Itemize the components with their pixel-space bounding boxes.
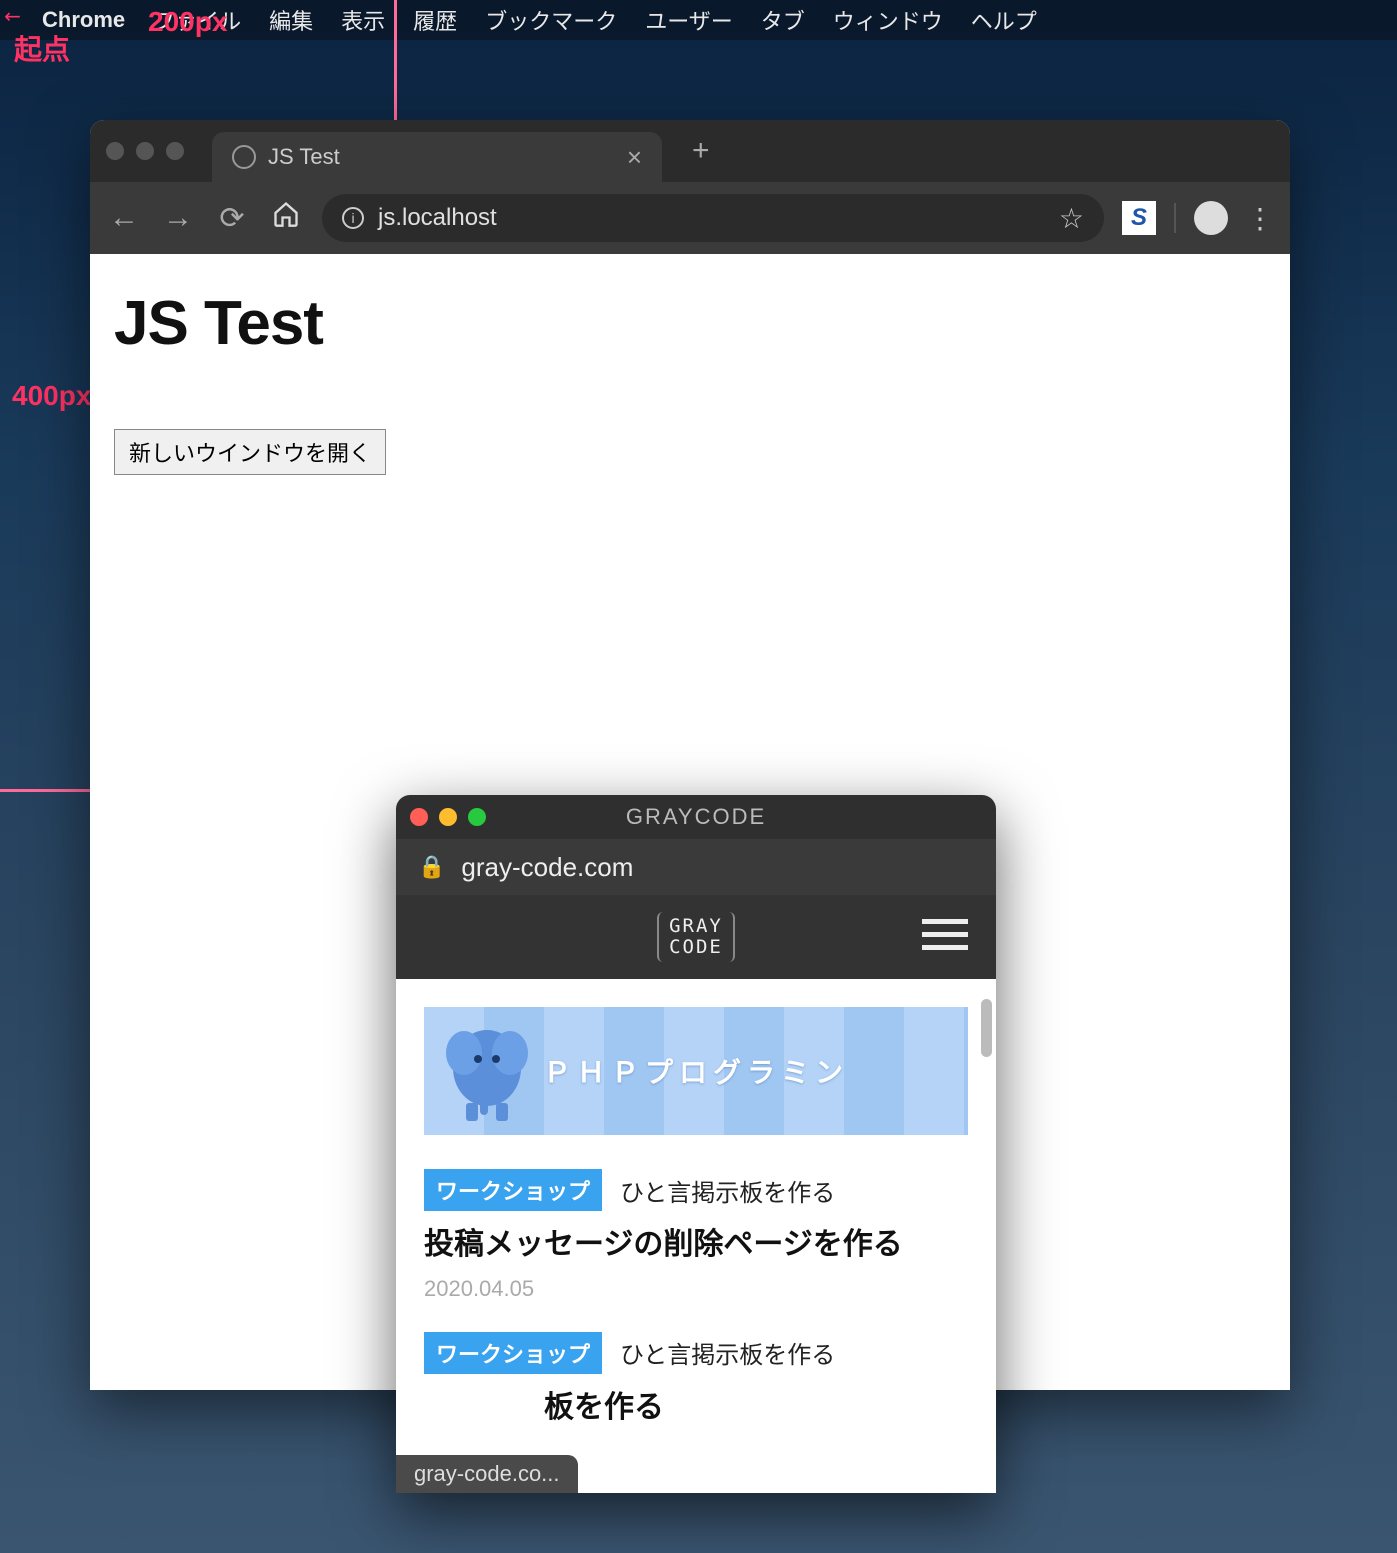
annotation-height-label: 400px bbox=[12, 380, 91, 412]
article-item[interactable]: ワークショップ ひと言掲示板を作る 投稿メッセージの削除ページを作る 2020.… bbox=[424, 1169, 968, 1302]
globe-icon bbox=[232, 145, 256, 169]
menubar-item-user[interactable]: ユーザー bbox=[645, 4, 733, 36]
popup-window-controls[interactable] bbox=[410, 808, 486, 826]
logo-line2: CODE bbox=[669, 937, 723, 958]
menubar-item-edit[interactable]: 編集 bbox=[269, 4, 313, 36]
site-info-icon[interactable]: i bbox=[342, 207, 364, 229]
menubar-item-help[interactable]: ヘルプ bbox=[971, 4, 1037, 36]
logo-line1: GRAY bbox=[669, 916, 723, 937]
extension-s-icon[interactable]: S bbox=[1122, 201, 1156, 235]
popup-maximize-icon[interactable] bbox=[468, 808, 486, 826]
hamburger-menu-icon[interactable] bbox=[922, 919, 968, 950]
site-header: GRAY CODE bbox=[396, 895, 996, 979]
tab-title: JS Test bbox=[268, 144, 340, 170]
page-content: JS Test 新しいウインドウを開く bbox=[90, 254, 1290, 509]
banner-text: ＰＨＰプログラミン bbox=[543, 1051, 849, 1091]
window-minimize-icon[interactable] bbox=[136, 142, 154, 160]
window-controls[interactable] bbox=[106, 142, 184, 160]
article-item[interactable]: ワークショップ ひと言掲示板を作る 板を作る bbox=[424, 1332, 968, 1429]
annotation-origin-label: 起点 bbox=[14, 28, 70, 68]
workshop-tag[interactable]: ワークショップ bbox=[424, 1169, 602, 1211]
toolbar-divider bbox=[1174, 203, 1176, 233]
tab-strip: JS Test × + bbox=[90, 120, 1290, 182]
menubar-item-view[interactable]: 表示 bbox=[341, 4, 385, 36]
popup-url-text: gray-code.com bbox=[461, 852, 633, 883]
chrome-popup-window: GRAYCODE 🔒 gray-code.com GRAY CODE bbox=[396, 795, 996, 1493]
popup-page-content: GRAY CODE ＰＨＰプログラミン bbox=[396, 895, 996, 1493]
popup-titlebar: GRAYCODE bbox=[396, 795, 996, 839]
home-icon[interactable] bbox=[268, 200, 304, 236]
article-category[interactable]: ひと言掲示板を作る bbox=[620, 1173, 835, 1208]
menubar-item-bookmark[interactable]: ブックマーク bbox=[485, 4, 617, 36]
lock-icon[interactable]: 🔒 bbox=[418, 854, 445, 880]
window-maximize-icon[interactable] bbox=[166, 142, 184, 160]
kebab-menu-icon[interactable]: ⋮ bbox=[1246, 202, 1274, 235]
popup-address-bar[interactable]: 🔒 gray-code.com bbox=[396, 839, 996, 895]
menubar-item-window[interactable]: ウィンドウ bbox=[833, 4, 943, 36]
article-date: 2020.04.05 bbox=[424, 1276, 968, 1302]
scrollbar-thumb[interactable] bbox=[981, 999, 992, 1057]
article-title[interactable]: 投稿メッセージの削除ページを作る bbox=[424, 1225, 968, 1266]
popup-close-icon[interactable] bbox=[410, 808, 428, 826]
new-tab-icon[interactable]: + bbox=[692, 134, 710, 168]
browser-toolbar: ← → ⟳ i js.localhost ☆ S ⋮ bbox=[90, 182, 1290, 254]
tab-close-icon[interactable]: × bbox=[627, 142, 642, 173]
graycode-logo[interactable]: GRAY CODE bbox=[657, 912, 735, 962]
bookmark-star-icon[interactable]: ☆ bbox=[1059, 202, 1084, 235]
menubar-item-history[interactable]: 履歴 bbox=[413, 4, 457, 36]
open-new-window-button[interactable]: 新しいウインドウを開く bbox=[114, 429, 386, 475]
php-banner[interactable]: ＰＨＰプログラミン bbox=[424, 1007, 968, 1135]
forward-icon[interactable]: → bbox=[160, 201, 196, 235]
profile-avatar-icon[interactable] bbox=[1194, 201, 1228, 235]
url-text: js.localhost bbox=[378, 204, 497, 232]
address-bar[interactable]: i js.localhost ☆ bbox=[322, 194, 1104, 242]
status-url-chip: gray-code.co... bbox=[396, 1455, 578, 1493]
window-close-icon[interactable] bbox=[106, 142, 124, 160]
popup-window-title: GRAYCODE bbox=[396, 804, 996, 830]
back-icon[interactable]: ← bbox=[106, 201, 142, 235]
popup-minimize-icon[interactable] bbox=[439, 808, 457, 826]
browser-tab[interactable]: JS Test × bbox=[212, 132, 662, 182]
annotation-width-label: 200px bbox=[148, 6, 227, 38]
article-category[interactable]: ひと言掲示板を作る bbox=[620, 1335, 835, 1370]
page-heading: JS Test bbox=[114, 288, 1266, 359]
reload-icon[interactable]: ⟳ bbox=[214, 201, 250, 236]
elephant-icon bbox=[442, 1013, 532, 1123]
article-title-partial[interactable]: 板を作る bbox=[424, 1388, 968, 1429]
menubar-item-tab[interactable]: タブ bbox=[761, 4, 805, 36]
workshop-tag[interactable]: ワークショップ bbox=[424, 1332, 602, 1374]
article-list: ＰＨＰプログラミン ワークショップ ひと言掲示板を作る 投稿メッセージの削除ペー… bbox=[396, 979, 996, 1486]
